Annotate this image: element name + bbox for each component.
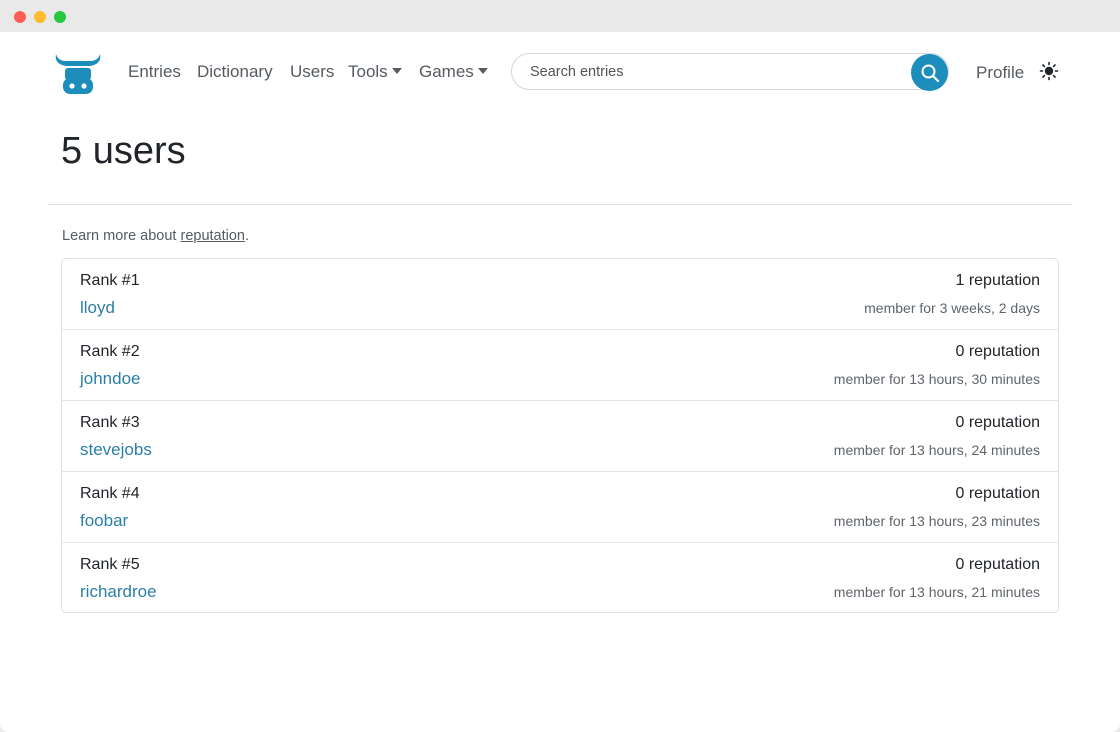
user-name-link[interactable]: richardroe <box>80 582 157 602</box>
user-row: Rank #3 stevejobs 0 reputation member fo… <box>62 401 1058 472</box>
tools-label: Tools <box>348 62 388 81</box>
close-window-button[interactable] <box>14 11 26 23</box>
nav-link-dictionary[interactable]: Dictionary <box>197 62 273 82</box>
user-member-since: member for 13 hours, 30 minutes <box>833 371 1040 387</box>
caret-down-icon <box>477 68 488 74</box>
maximize-window-button[interactable] <box>54 11 66 23</box>
search-input[interactable] <box>530 62 900 82</box>
search-button[interactable] <box>911 54 948 91</box>
nav-link-users[interactable]: Users <box>290 62 334 82</box>
divider <box>48 204 1072 205</box>
user-row: Rank #4 foobar 0 reputation member for 1… <box>62 472 1058 543</box>
sun-icon[interactable] <box>1039 61 1059 81</box>
navbar: Entries Dictionary Users Tools Games Pro… <box>0 32 1120 112</box>
user-member-since: member for 13 hours, 21 minutes <box>833 584 1040 600</box>
user-row: Rank #1 lloyd 1 reputation member for 3 … <box>62 259 1058 330</box>
user-name-link[interactable]: lloyd <box>80 298 115 318</box>
nav-link-profile[interactable]: Profile <box>976 63 1024 83</box>
user-rank: Rank #5 <box>80 556 140 573</box>
browser-window: Entries Dictionary Users Tools Games Pro… <box>0 0 1120 732</box>
reputation-link[interactable]: reputation <box>181 228 246 244</box>
user-member-since: member for 13 hours, 24 minutes <box>833 442 1040 458</box>
user-reputation: 0 reputation <box>955 414 1040 431</box>
minimize-window-button[interactable] <box>34 11 46 23</box>
learn-prefix: Learn more about <box>62 228 181 244</box>
window-titlebar <box>0 0 1120 32</box>
user-row: Rank #5 richardroe 0 reputation member f… <box>62 543 1058 612</box>
nav-link-entries[interactable]: Entries <box>128 62 181 82</box>
user-member-since: member for 13 hours, 23 minutes <box>833 513 1040 529</box>
learn-suffix: . <box>245 228 250 244</box>
search-box <box>511 53 949 91</box>
page-title: 5 users <box>61 130 186 172</box>
user-row: Rank #2 johndoe 0 reputation member for … <box>62 330 1058 401</box>
user-reputation: 0 reputation <box>955 485 1040 502</box>
user-reputation: 1 reputation <box>955 272 1040 289</box>
nav-dropdown-games[interactable]: Games <box>419 62 488 82</box>
user-reputation: 0 reputation <box>955 556 1040 573</box>
user-name-link[interactable]: stevejobs <box>80 440 152 460</box>
reputation-info: Learn more about reputation. <box>62 228 249 244</box>
caret-down-icon <box>391 68 402 74</box>
user-name-link[interactable]: johndoe <box>80 369 141 389</box>
user-member-since: member for 3 weeks, 2 days <box>864 300 1040 316</box>
games-label: Games <box>419 62 474 81</box>
search-icon <box>921 64 939 82</box>
user-rank: Rank #4 <box>80 485 140 502</box>
user-name-link[interactable]: foobar <box>80 511 128 531</box>
nav-dropdown-tools[interactable]: Tools <box>348 62 402 82</box>
user-list: Rank #1 lloyd 1 reputation member for 3 … <box>61 258 1059 613</box>
user-rank: Rank #1 <box>80 272 140 289</box>
bull-logo-icon[interactable] <box>52 48 104 96</box>
user-rank: Rank #2 <box>80 343 140 360</box>
user-rank: Rank #3 <box>80 414 140 431</box>
user-reputation: 0 reputation <box>955 343 1040 360</box>
